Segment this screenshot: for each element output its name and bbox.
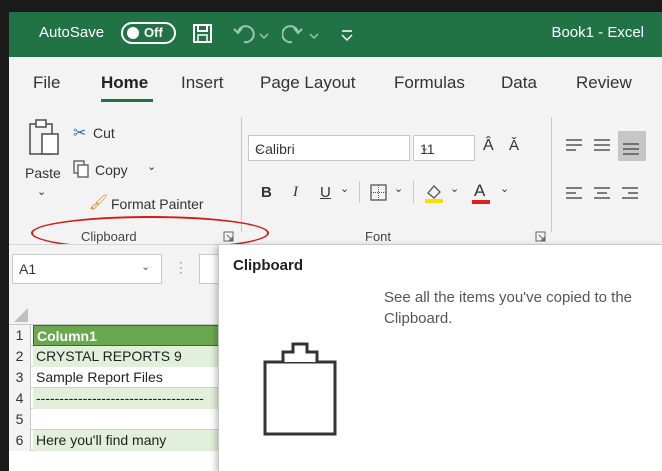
font-color-icon: A xyxy=(474,181,486,200)
align-right-icon[interactable] xyxy=(620,185,642,203)
clipboard-tooltip: Clipboard See all the items you've copie… xyxy=(218,244,662,471)
font-launcher-icon[interactable] xyxy=(535,231,547,243)
align-left-icon[interactable] xyxy=(564,185,586,203)
tab-review[interactable]: Review xyxy=(576,73,632,93)
worksheet-grid: 1 Column1 2 CRYSTAL REPORTS 9 3 Sample R… xyxy=(9,304,219,471)
customize-quick-access-icon[interactable] xyxy=(339,22,355,46)
paste-dropdown-icon[interactable]: ⌄ xyxy=(37,185,46,198)
table-cell[interactable]: ------------------------------------ xyxy=(33,388,219,409)
row-number[interactable]: 1 xyxy=(9,325,31,346)
tab-formulas[interactable]: Formulas xyxy=(394,73,465,93)
copy-icon xyxy=(73,160,89,178)
excel-window: AutoSave Off Book1 - Excel File Home Ins… xyxy=(9,12,662,471)
formula-bar-divider-icon: ⋮ xyxy=(174,259,188,275)
row-number[interactable]: 5 xyxy=(9,409,31,430)
table-cell[interactable]: Sample Report Files xyxy=(33,367,219,388)
redo-icon[interactable] xyxy=(282,22,320,46)
align-bottom-button[interactable] xyxy=(618,131,646,161)
fill-color-dropdown-icon[interactable]: ⌄ xyxy=(450,182,459,195)
align-bottom-icon xyxy=(623,143,639,155)
select-all-icon[interactable] xyxy=(9,304,31,325)
save-icon[interactable] xyxy=(192,22,214,46)
tab-page-layout[interactable]: Page Layout xyxy=(260,73,355,93)
font-group-label: Font xyxy=(365,229,392,244)
separator-small xyxy=(413,181,414,203)
row-number[interactable]: 2 xyxy=(9,346,31,367)
row-number[interactable]: 6 xyxy=(9,430,31,451)
book-title: Book1 - Excel xyxy=(551,24,644,41)
table-header-cell[interactable]: Column1 xyxy=(33,325,219,346)
toggle-state-label: Off xyxy=(144,25,163,40)
undo-icon[interactable] xyxy=(232,22,270,46)
paintbrush-icon: 🖌 xyxy=(89,194,109,211)
copy-button[interactable]: Copy ⌄ xyxy=(73,158,173,180)
name-box-value: A1 xyxy=(19,261,37,277)
align-center-icon[interactable] xyxy=(592,185,614,203)
font-size-dropdown-icon: ⌄ xyxy=(420,142,430,154)
fill-color-icon[interactable] xyxy=(423,181,445,203)
tooltip-title: Clipboard xyxy=(233,257,303,274)
tab-file[interactable]: File xyxy=(33,73,60,93)
active-tab-indicator xyxy=(101,99,153,102)
copy-dropdown-icon[interactable]: ⌄ xyxy=(147,160,156,173)
name-box-dropdown-icon[interactable]: ⌄ xyxy=(141,260,150,273)
scissors-icon: ✂ xyxy=(73,125,87,142)
font-color-bar xyxy=(472,200,490,204)
cut-button[interactable]: ✂ Cut xyxy=(73,123,143,145)
toggle-knob xyxy=(127,27,139,39)
table-cell[interactable]: CRYSTAL REPORTS 9 xyxy=(33,346,219,367)
table-cell[interactable]: Here you'll find many xyxy=(33,430,219,451)
borders-icon[interactable] xyxy=(369,183,389,203)
title-bar: AutoSave Off Book1 - Excel xyxy=(9,12,662,57)
table-row: 2 CRYSTAL REPORTS 9 xyxy=(9,346,219,367)
paste-button[interactable]: Paste ⌄ xyxy=(25,113,61,201)
format-painter-label: Format Painter xyxy=(111,196,204,212)
paste-label: Paste xyxy=(25,165,61,181)
table-row: 4 ------------------------------------ xyxy=(9,388,219,409)
font-color-button[interactable]: A xyxy=(470,181,492,205)
row-number[interactable]: 3 xyxy=(9,367,31,388)
table-row: 6 Here you'll find many xyxy=(9,430,219,451)
table-row: 3 Sample Report Files xyxy=(9,367,219,388)
paste-icon xyxy=(29,119,59,155)
copy-label: Copy xyxy=(95,162,128,178)
align-middle-icon[interactable] xyxy=(592,137,614,155)
table-row: 1 Column1 xyxy=(9,325,219,346)
autosave-label: AutoSave xyxy=(39,24,105,41)
formula-bar-row: A1 ⌄ ⋮ xyxy=(9,244,219,304)
font-size-combo[interactable]: 11 ⌄ xyxy=(413,135,475,161)
row-number[interactable]: 4 xyxy=(9,388,31,409)
tab-data[interactable]: Data xyxy=(501,73,537,93)
separator-small xyxy=(359,181,360,203)
font-name-combo[interactable]: Calibri ⌄ xyxy=(248,135,410,161)
table-cell[interactable] xyxy=(33,409,219,430)
ribbon-tabs: File Home Insert Page Layout Formulas Da… xyxy=(9,57,662,107)
underline-dropdown-icon[interactable]: ⌄ xyxy=(340,182,349,195)
tab-insert[interactable]: Insert xyxy=(181,73,224,93)
font-name-dropdown-icon: ⌄ xyxy=(255,142,265,154)
borders-dropdown-icon[interactable]: ⌄ xyxy=(394,182,403,195)
tooltip-description: See all the items you've copied to the C… xyxy=(384,289,633,327)
decrease-font-size-icon[interactable]: Ǎ xyxy=(509,137,519,154)
autosave-toggle[interactable]: Off xyxy=(121,22,176,44)
bold-button[interactable]: B xyxy=(261,184,272,201)
ribbon-separator xyxy=(241,117,242,232)
font-color-dropdown-icon[interactable]: ⌄ xyxy=(500,182,509,195)
formula-input[interactable] xyxy=(199,254,219,284)
cut-label: Cut xyxy=(93,125,115,141)
underline-button[interactable]: U xyxy=(320,184,331,201)
ribbon-separator xyxy=(551,117,552,232)
clipboard-icon xyxy=(263,342,337,436)
tab-home[interactable]: Home xyxy=(101,73,148,93)
increase-font-size-icon[interactable]: Â xyxy=(483,137,494,155)
table-row: 5 xyxy=(9,409,219,430)
align-top-icon[interactable] xyxy=(564,137,586,155)
name-box[interactable]: A1 ⌄ xyxy=(12,254,162,284)
column-header-row xyxy=(9,304,219,325)
italic-button[interactable]: I xyxy=(293,184,298,201)
format-painter-button[interactable]: 🖌 Format Painter xyxy=(89,193,224,215)
